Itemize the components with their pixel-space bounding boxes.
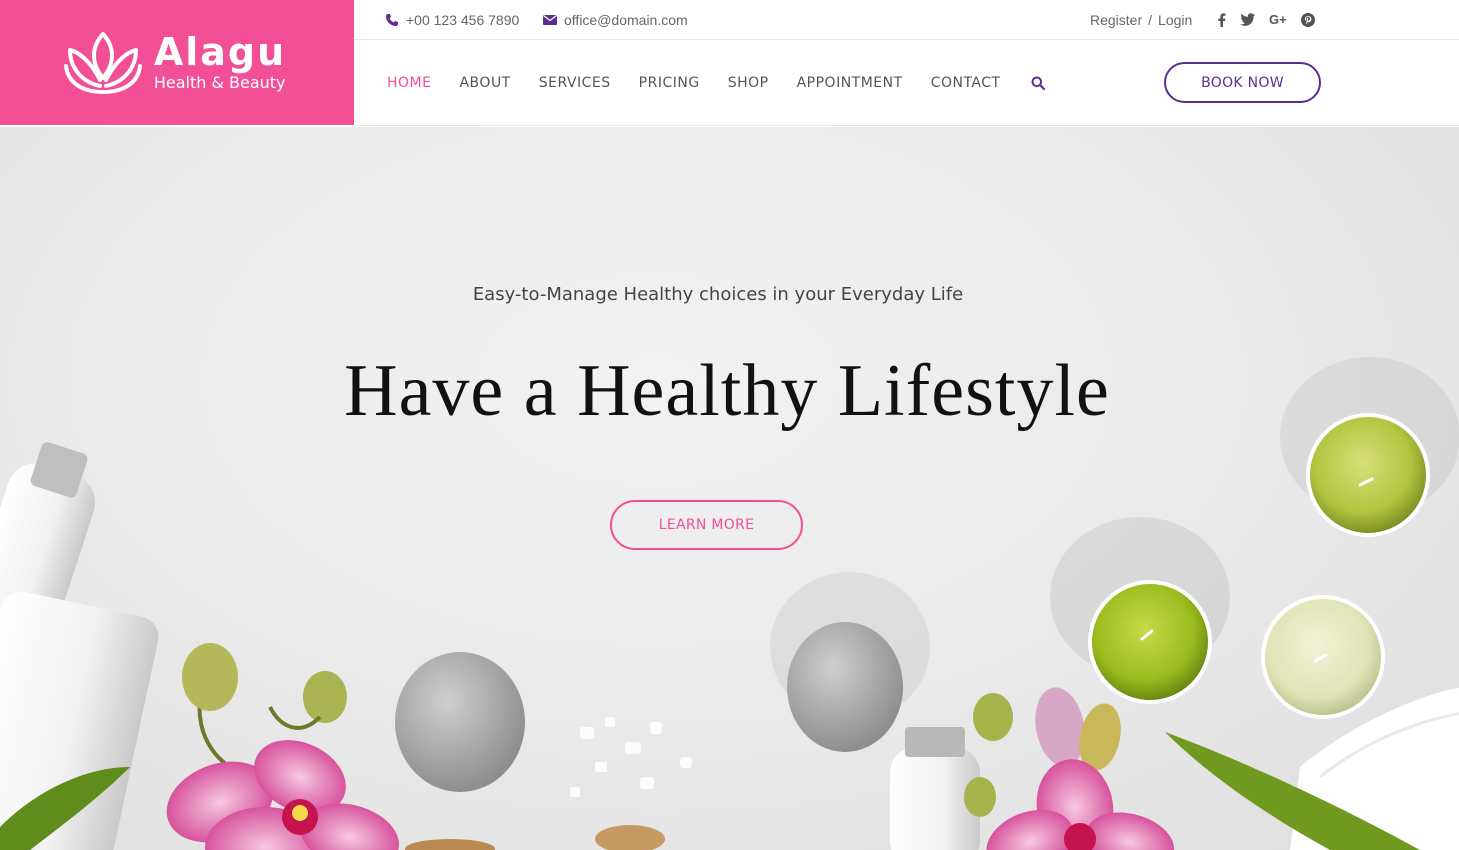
nav-item-home[interactable]: HOME xyxy=(387,75,431,91)
nav-item-pricing[interactable]: PRICING xyxy=(639,75,700,91)
envelope-icon xyxy=(543,14,557,25)
email-address: office@domain.com xyxy=(564,11,688,28)
pinterest-icon[interactable] xyxy=(1300,12,1315,27)
hero-section: Easy-to-Manage Healthy choices in your E… xyxy=(0,127,1459,850)
brand-tagline: Health & Beauty xyxy=(153,72,286,92)
logo-block[interactable]: Alagu Health & Beauty xyxy=(0,0,354,125)
nav-item-services[interactable]: SERVICES xyxy=(539,75,611,91)
register-link[interactable]: Register xyxy=(1090,12,1142,28)
brand-name: Alagu xyxy=(153,29,287,74)
facebook-icon[interactable] xyxy=(1218,12,1226,27)
main-navigation: HOME ABOUT SERVICES PRICING SHOP APPOINT… xyxy=(354,40,1459,126)
nav-item-shop[interactable]: SHOP xyxy=(728,75,769,91)
logo[interactable]: Alagu Health & Beauty xyxy=(62,30,286,96)
auth-separator: / xyxy=(1148,11,1153,28)
top-bar: +00 123 456 7890 office@domain.com Regis… xyxy=(354,0,1459,40)
search-icon[interactable] xyxy=(1031,76,1045,90)
email-contact[interactable]: office@domain.com xyxy=(543,12,688,28)
spa-background-image xyxy=(0,357,1459,850)
google-plus-icon[interactable]: G+ xyxy=(1269,12,1287,27)
login-link[interactable]: Login xyxy=(1158,12,1192,28)
lotus-logo-icon xyxy=(63,31,142,94)
social-links: G+ xyxy=(1218,12,1315,27)
nav-item-contact[interactable]: CONTACT xyxy=(931,75,1001,91)
learn-more-button[interactable]: LEARN MORE xyxy=(610,500,803,550)
nav-item-about[interactable]: ABOUT xyxy=(459,75,510,91)
phone-icon xyxy=(386,13,398,26)
hero-title: Have a Healthy Lifestyle xyxy=(344,350,1110,432)
twitter-icon[interactable] xyxy=(1240,13,1255,26)
hero-subtitle: Easy-to-Manage Healthy choices in your E… xyxy=(472,284,964,305)
auth-links: Register / Login xyxy=(1090,12,1192,28)
phone-contact[interactable]: +00 123 456 7890 xyxy=(385,12,519,28)
nav-item-appointment[interactable]: APPOINTMENT xyxy=(797,75,903,91)
phone-number: +00 123 456 7890 xyxy=(406,11,520,28)
nav-menu: HOME ABOUT SERVICES PRICING SHOP APPOINT… xyxy=(387,75,1045,91)
book-now-button[interactable]: BOOK NOW xyxy=(1164,62,1321,103)
